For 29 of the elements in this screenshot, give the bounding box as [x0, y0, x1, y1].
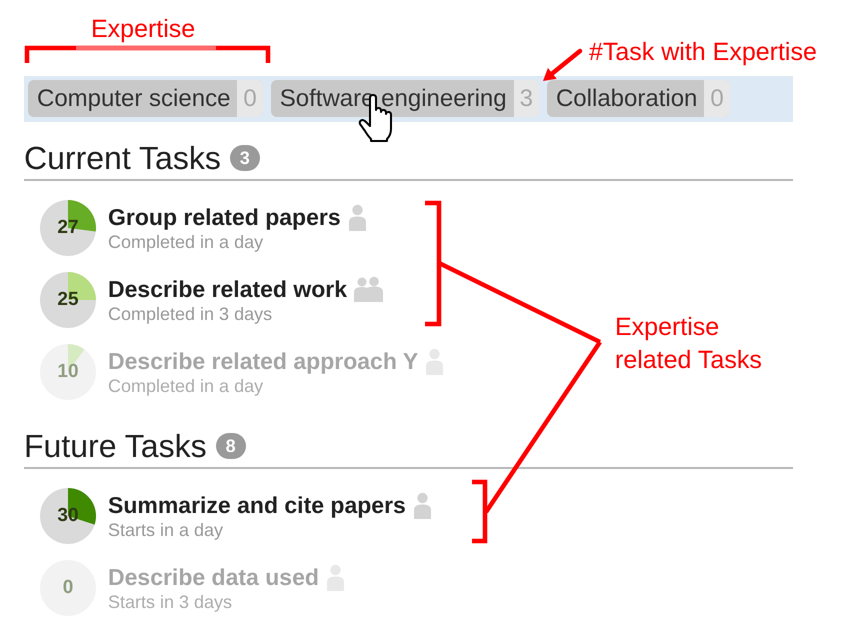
task-subtitle: Starts in 3 days: [108, 591, 234, 613]
count-badge: 8: [216, 433, 246, 459]
task-subtitle: Starts in a day: [108, 519, 224, 541]
task-title: Describe related approach Y: [108, 347, 418, 375]
annotation-label: Expertise related Tasks: [615, 312, 763, 376]
progress-value: 30: [57, 505, 79, 527]
arrow-annotation: [543, 48, 582, 81]
count-badge: 3: [230, 145, 260, 171]
progress-value: 0: [62, 577, 74, 599]
task-subtitle: Completed in 3 days: [108, 303, 274, 325]
section-title: Current Tasks: [24, 139, 221, 177]
task-title: Describe data used: [108, 563, 319, 591]
tag-count: 0: [237, 80, 263, 117]
tag-count: 3: [514, 80, 539, 117]
annotation-label: Expertise: [91, 14, 196, 44]
bracket-annotation: [472, 480, 488, 544]
task-subtitle: Completed in a day: [108, 231, 264, 253]
progress-value: 25: [57, 289, 79, 311]
progress-value: 27: [57, 217, 79, 239]
expertise-tag[interactable]: Computer science 0: [28, 80, 263, 117]
expertise-tag[interactable]: Collaboration 0: [546, 80, 730, 117]
annotation-label: #Task with Expertise: [589, 37, 817, 67]
task-title: Summarize and cite papers: [108, 491, 406, 519]
progress-value: 10: [57, 361, 79, 383]
tag-count: 0: [704, 80, 730, 117]
section-title: Future Tasks: [24, 427, 207, 465]
task-title: Group related papers: [108, 203, 341, 231]
task-title: Describe related work: [108, 275, 348, 303]
task-subtitle: Completed in a day: [108, 375, 264, 397]
